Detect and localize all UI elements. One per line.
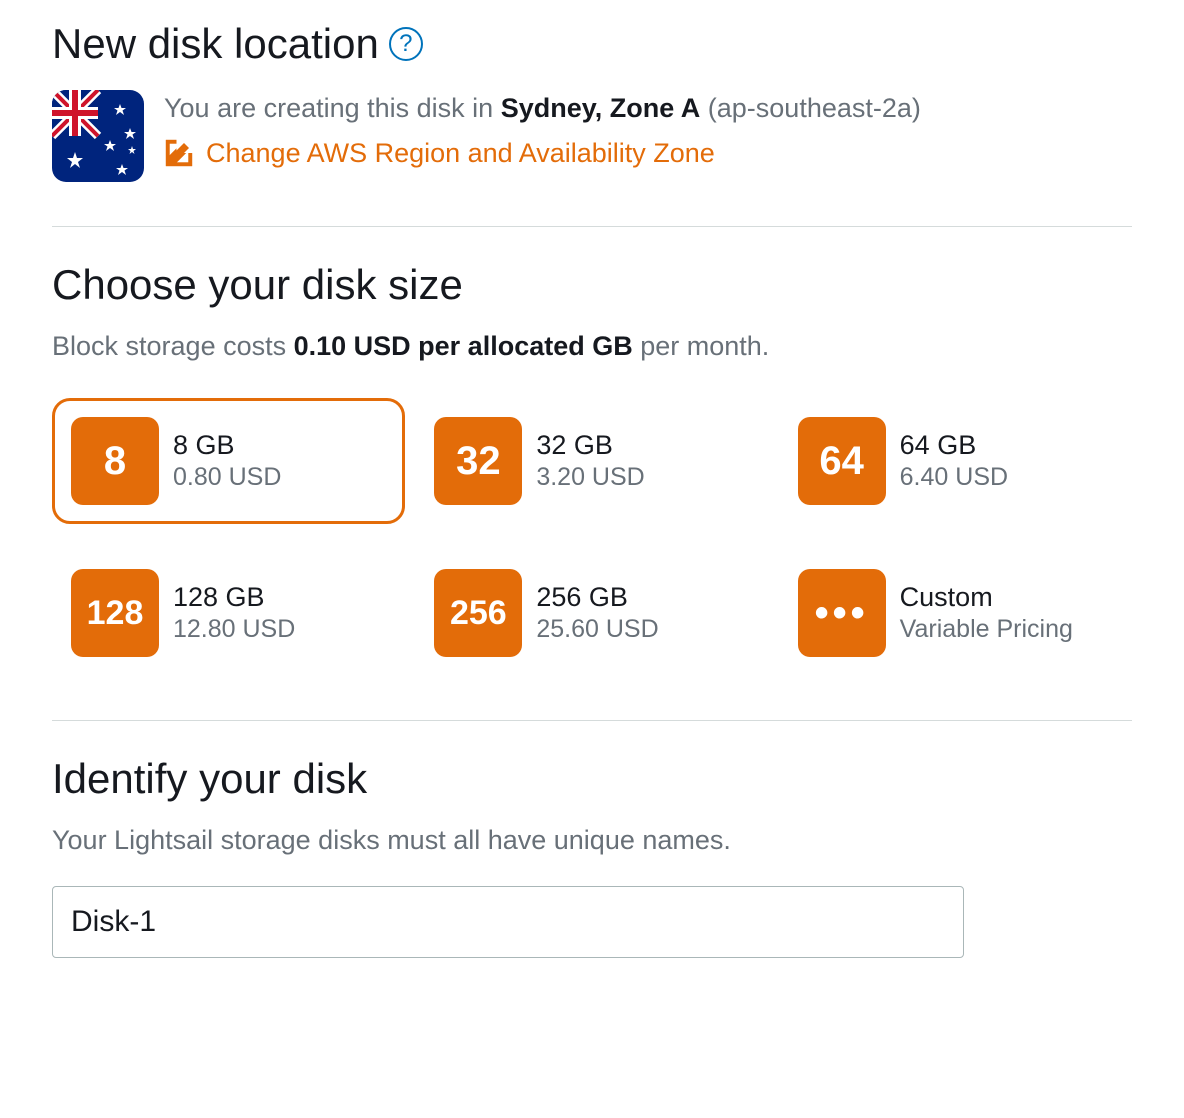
size-badge: 8 — [71, 417, 159, 505]
disk-size-heading-text: Choose your disk size — [52, 261, 463, 309]
disk-size-option-32[interactable]: 32 32 GB 3.20 USD — [415, 398, 768, 524]
size-label: Custom Variable Pricing — [900, 582, 1073, 644]
size-title: 256 GB — [536, 582, 658, 613]
change-region-label: Change AWS Region and Availability Zone — [206, 138, 715, 169]
size-price: Variable Pricing — [900, 615, 1073, 644]
size-price: 25.60 USD — [536, 615, 658, 644]
disk-size-option-64[interactable]: 64 64 GB 6.40 USD — [779, 398, 1132, 524]
disk-size-desc-prefix: Block storage costs — [52, 331, 294, 361]
size-title: 64 GB — [900, 430, 1008, 461]
size-badge: 32 — [434, 417, 522, 505]
size-badge: 64 — [798, 417, 886, 505]
ellipsis-icon: ••• — [798, 569, 886, 657]
disk-size-desc-suffix: per month. — [633, 331, 770, 361]
size-title: 32 GB — [536, 430, 644, 461]
location-row: You are creating this disk in Sydney, Zo… — [52, 90, 1132, 182]
identify-description: Your Lightsail storage disks must all ha… — [52, 825, 1132, 856]
size-title: 8 GB — [173, 430, 281, 461]
size-badge: 256 — [434, 569, 522, 657]
identify-heading: Identify your disk — [52, 755, 1132, 803]
size-label: 64 GB 6.40 USD — [900, 430, 1008, 492]
disk-size-option-128[interactable]: 128 128 GB 12.80 USD — [52, 550, 405, 676]
region-flag-icon — [52, 90, 144, 182]
edit-pencil-icon — [164, 138, 194, 168]
divider — [52, 226, 1132, 227]
identify-heading-text: Identify your disk — [52, 755, 367, 803]
location-info: You are creating this disk in Sydney, Zo… — [164, 90, 921, 169]
size-label: 8 GB 0.80 USD — [173, 430, 281, 492]
location-heading-text: New disk location — [52, 20, 379, 68]
disk-size-grid: 8 8 GB 0.80 USD 32 32 GB 3.20 USD 64 64 … — [52, 398, 1132, 676]
disk-name-input[interactable] — [52, 886, 964, 958]
disk-size-option-custom[interactable]: ••• Custom Variable Pricing — [779, 550, 1132, 676]
disk-size-desc-bold: 0.10 USD per allocated GB — [294, 331, 633, 361]
disk-size-heading: Choose your disk size — [52, 261, 1132, 309]
size-price: 6.40 USD — [900, 463, 1008, 492]
location-region-zone: Sydney, Zone A — [501, 93, 701, 123]
location-region-code: (ap-southeast-2a) — [708, 93, 921, 123]
disk-size-description: Block storage costs 0.10 USD per allocat… — [52, 331, 1132, 362]
divider — [52, 720, 1132, 721]
size-title: Custom — [900, 582, 1073, 613]
location-creating-prefix: You are creating this disk in — [164, 93, 501, 123]
disk-size-option-8[interactable]: 8 8 GB 0.80 USD — [52, 398, 405, 524]
disk-size-option-256[interactable]: 256 256 GB 25.60 USD — [415, 550, 768, 676]
location-heading: New disk location ? — [52, 20, 1132, 68]
size-label: 128 GB 12.80 USD — [173, 582, 295, 644]
size-label: 32 GB 3.20 USD — [536, 430, 644, 492]
location-description: You are creating this disk in Sydney, Zo… — [164, 90, 921, 128]
help-icon[interactable]: ? — [389, 27, 423, 61]
size-badge: 128 — [71, 569, 159, 657]
size-title: 128 GB — [173, 582, 295, 613]
size-price: 3.20 USD — [536, 463, 644, 492]
size-price: 0.80 USD — [173, 463, 281, 492]
change-region-link[interactable]: Change AWS Region and Availability Zone — [164, 138, 921, 169]
size-label: 256 GB 25.60 USD — [536, 582, 658, 644]
size-price: 12.80 USD — [173, 615, 295, 644]
